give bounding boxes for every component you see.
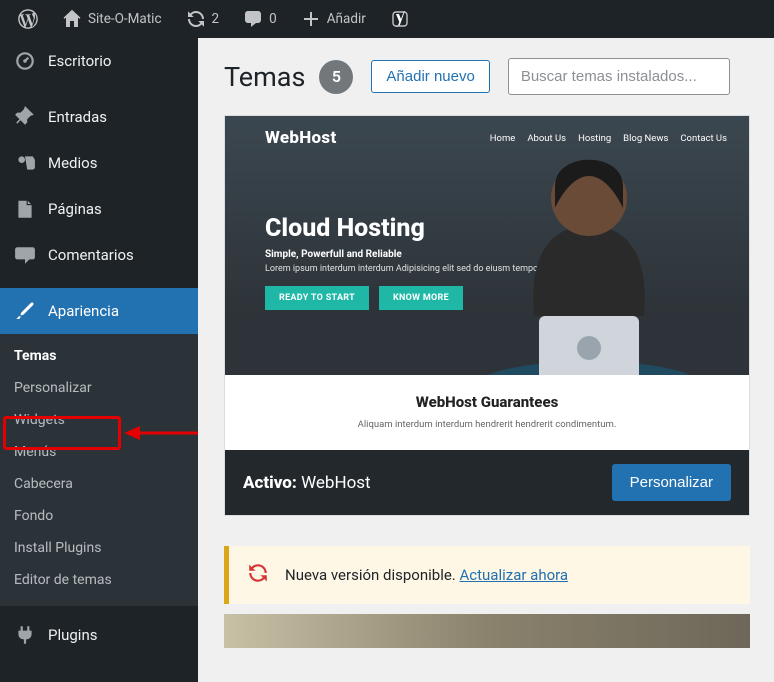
sidebar-item-label: Escritorio bbox=[48, 52, 111, 70]
submenu-label: Temas bbox=[14, 348, 56, 364]
submenu-item-themes[interactable]: Temas bbox=[0, 340, 198, 372]
update-icon bbox=[247, 562, 269, 588]
add-new-link[interactable]: Añadir bbox=[291, 0, 376, 38]
sidebar-item-appearance[interactable]: Apariencia bbox=[0, 288, 198, 334]
theme-name: Activo: WebHost bbox=[243, 473, 371, 493]
customize-button[interactable]: Personalizar bbox=[612, 464, 731, 501]
submenu-item-customize[interactable]: Personalizar bbox=[0, 372, 198, 404]
theme-action-bar: Activo: WebHost Personalizar bbox=[225, 450, 749, 515]
sidebar-item-label: Páginas bbox=[48, 200, 102, 218]
preview-cta-button: READY TO START bbox=[265, 286, 369, 310]
wordpress-icon bbox=[18, 9, 38, 29]
submenu-label: Install Plugins bbox=[14, 540, 101, 556]
preview-guarantees-title: WebHost Guarantees bbox=[225, 393, 749, 411]
site-name-link[interactable]: Site-O-Matic bbox=[52, 0, 172, 38]
search-themes-input[interactable] bbox=[508, 58, 730, 95]
media-icon bbox=[14, 152, 36, 174]
preview-person-image bbox=[459, 116, 719, 392]
active-label: Activo: bbox=[243, 473, 297, 493]
sidebar-item-label: Plugins bbox=[48, 626, 97, 644]
submenu-label: Menús bbox=[14, 444, 56, 460]
page-header: Temas 5 Añadir nuevo bbox=[224, 58, 774, 95]
theme-card-active[interactable]: WebHost Home About Us Hosting Blog News … bbox=[224, 115, 750, 516]
submenu-item-theme-editor[interactable]: Editor de temas bbox=[0, 564, 198, 596]
home-icon bbox=[62, 9, 82, 29]
sidebar-item-dashboard[interactable]: Escritorio bbox=[0, 38, 198, 84]
updates-link[interactable]: 2 bbox=[176, 0, 230, 38]
submenu-item-menus[interactable]: Menús bbox=[0, 436, 198, 468]
yoast-icon bbox=[390, 9, 410, 29]
content-area: Temas 5 Añadir nuevo WebHost Home About … bbox=[198, 38, 774, 682]
submenu-label: Fondo bbox=[14, 508, 53, 524]
sidebar-item-pages[interactable]: Páginas bbox=[0, 186, 198, 232]
sidebar-item-media[interactable]: Medios bbox=[0, 140, 198, 186]
sidebar-item-comments[interactable]: Comentarios bbox=[0, 232, 198, 278]
sidebar-item-label: Apariencia bbox=[48, 302, 119, 320]
sidebar-item-label: Medios bbox=[48, 154, 97, 172]
theme-screenshot: WebHost Home About Us Hosting Blog News … bbox=[225, 116, 749, 450]
plus-icon bbox=[301, 9, 321, 29]
sidebar-item-posts[interactable]: Entradas bbox=[0, 94, 198, 140]
comments-icon bbox=[14, 244, 36, 266]
wp-logo[interactable] bbox=[8, 0, 48, 38]
preview-cta-button: KNOW MORE bbox=[379, 286, 463, 310]
theme-card-partial[interactable] bbox=[224, 614, 750, 648]
sidebar-item-label: Entradas bbox=[48, 108, 107, 126]
page-icon bbox=[14, 198, 36, 220]
dashboard-icon bbox=[14, 50, 36, 72]
admin-sidebar: Escritorio Entradas Medios Páginas Comen… bbox=[0, 38, 198, 682]
comments-count: 0 bbox=[269, 11, 277, 27]
submenu-item-header[interactable]: Cabecera bbox=[0, 468, 198, 500]
update-notice: Nueva versión disponible. Actualizar aho… bbox=[224, 546, 750, 604]
submenu-item-background[interactable]: Fondo bbox=[0, 500, 198, 532]
sidebar-item-label: Comentarios bbox=[48, 246, 134, 264]
updates-count: 2 bbox=[212, 11, 220, 27]
preview-logo: WebHost bbox=[265, 128, 337, 148]
preview-guarantees: WebHost Guarantees Aliquam interdum inte… bbox=[225, 375, 749, 450]
add-label: Añadir bbox=[327, 11, 366, 27]
preview-guarantees-sub: Aliquam interdum interdum hendrerit hend… bbox=[225, 419, 749, 430]
submenu-label: Widgets bbox=[14, 412, 65, 428]
pin-icon bbox=[14, 106, 36, 128]
submenu-label: Cabecera bbox=[14, 476, 73, 492]
submenu-item-install-plugins[interactable]: Install Plugins bbox=[0, 532, 198, 564]
site-name: Site-O-Matic bbox=[88, 11, 162, 27]
yoast-link[interactable] bbox=[380, 0, 420, 38]
appearance-submenu: Temas Personalizar Widgets Menús Cabecer… bbox=[0, 334, 198, 606]
comment-icon bbox=[243, 9, 263, 29]
update-now-link[interactable]: Actualizar ahora bbox=[459, 566, 568, 584]
submenu-item-widgets[interactable]: Widgets bbox=[0, 404, 198, 436]
notice-text: Nueva versión disponible. Actualizar aho… bbox=[285, 566, 568, 584]
submenu-label: Personalizar bbox=[14, 380, 92, 396]
notice-message: Nueva versión disponible. bbox=[285, 566, 459, 584]
page-title: Temas bbox=[224, 61, 305, 93]
update-icon bbox=[186, 9, 206, 29]
admin-bar: Site-O-Matic 2 0 Añadir bbox=[0, 0, 774, 38]
add-theme-button[interactable]: Añadir nuevo bbox=[371, 60, 489, 93]
comments-link[interactable]: 0 bbox=[233, 0, 287, 38]
plugin-icon bbox=[14, 624, 36, 646]
sidebar-item-plugins[interactable]: Plugins bbox=[0, 612, 198, 658]
brush-icon bbox=[14, 300, 36, 322]
themes-count-badge: 5 bbox=[319, 60, 353, 94]
theme-name-value: WebHost bbox=[301, 473, 371, 493]
submenu-label: Editor de temas bbox=[14, 572, 112, 588]
